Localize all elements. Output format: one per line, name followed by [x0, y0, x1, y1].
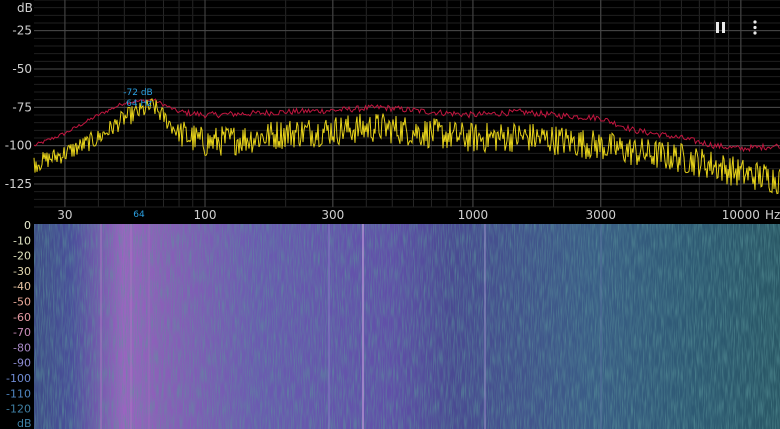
- spectrogram-y-tick: -60: [13, 311, 31, 324]
- spectrum-x-tick: 100: [194, 208, 217, 222]
- spectrum-y-tick: -125: [5, 177, 32, 191]
- spectrogram-y-tick: -80: [13, 341, 31, 354]
- spectrogram-y-tick: -40: [13, 280, 31, 293]
- spectrum-analyzer: dB -25-50-75-100-125 Hz 30 100 300 1000 3000…: [0, 0, 780, 429]
- spectrogram-streak: [484, 224, 486, 429]
- spectrogram-streak: [100, 224, 102, 429]
- spectrogram: [34, 224, 780, 429]
- pause-button[interactable]: [708, 16, 732, 40]
- spectrum-x-axis: Hz 30 100 300 1000 3000 10000: [57, 208, 780, 222]
- spectrum-x-tick: 3000: [585, 208, 616, 222]
- spectrum-y-unit: dB: [17, 1, 33, 15]
- spectrogram-y-tick: -100: [6, 372, 31, 385]
- spectrum-y-tick: -25: [12, 24, 32, 38]
- spectrogram-streak: [328, 224, 330, 429]
- peak-marker-level: -72 dB: [123, 88, 152, 98]
- spectrogram-y-tick: -120: [6, 403, 31, 416]
- spectrum-x-tick: 10000: [722, 208, 760, 222]
- spectrogram-texture: [34, 224, 780, 429]
- spectrogram-y-tick: -30: [13, 265, 31, 278]
- spectrogram-y-tick: -50: [13, 296, 31, 309]
- spectrum-x-tick: 300: [321, 208, 344, 222]
- spectrum-x-tick: 1000: [458, 208, 489, 222]
- spectrum-y-tick: -75: [12, 100, 32, 114]
- spectrogram-y-tick: 0: [24, 219, 31, 232]
- spectrogram-streak: [130, 224, 132, 429]
- spectrogram-streak: [362, 224, 364, 429]
- overflow-menu-button[interactable]: [744, 16, 766, 40]
- spectrogram-y-tick: -90: [13, 357, 31, 370]
- spectrum-x-unit: Hz: [765, 208, 780, 222]
- more-vert-icon: [753, 20, 757, 35]
- peak-marker-freq: 64 Hz: [126, 99, 152, 109]
- spectrogram-y-tick: -20: [13, 250, 31, 263]
- spectrogram-y-unit: dB: [17, 417, 32, 429]
- spectrogram-y-tick: -10: [13, 234, 31, 247]
- spectrogram-y-tick: -70: [13, 326, 31, 339]
- spectrogram-streak: [600, 224, 602, 429]
- spectrogram-streak: [148, 224, 150, 429]
- spectrogram-streak: [686, 224, 688, 429]
- spectrum-y-tick: -50: [12, 62, 32, 76]
- spectrum-y-tick: -100: [5, 139, 32, 153]
- spectrogram-y-axis: dB 0 -10 -20 -30 -40 -50 -60 -70 -80 -90 -100 -110 -…: [6, 219, 32, 429]
- spectrum-x-tick: 30: [57, 208, 72, 222]
- spectrogram-y-tick: -110: [6, 387, 31, 400]
- peak-marker-axis-label: 64: [133, 210, 145, 220]
